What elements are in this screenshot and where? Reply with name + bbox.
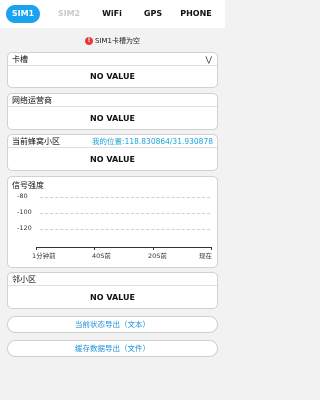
gridline	[40, 229, 210, 230]
operator-card: 网络运营商 NO VALUE	[7, 93, 218, 130]
neighbor-card: 邻小区 NO VALUE	[7, 272, 218, 309]
x-tick-label: 1分钟前	[32, 252, 56, 260]
neighbor-title: 邻小区	[8, 273, 217, 286]
operator-title: 网络运营商	[8, 94, 217, 107]
slot-card: 卡槽 ⋁ NO VALUE	[7, 52, 218, 88]
x-tick-label: 20S前	[148, 252, 167, 260]
cell-card: 当前蜂窝小区 我的位置:118.830864/31.930878 NO VALU…	[7, 134, 218, 171]
tab-bar: SIM1 SIM2 WiFi GPS PHONE	[0, 0, 225, 28]
gridline	[40, 197, 210, 198]
x-tick-label: 现在	[199, 252, 212, 260]
cell-value: NO VALUE	[90, 155, 135, 164]
exclamation-icon: !	[84, 37, 93, 45]
tab-gps[interactable]: GPS	[139, 5, 167, 23]
slot-title: 卡槽	[8, 53, 217, 66]
tab-phone[interactable]: PHONE	[177, 5, 215, 23]
tab-wifi[interactable]: WiFi	[97, 5, 127, 23]
x-tick-label: 40S前	[92, 252, 111, 260]
y-tick-label: -100	[17, 208, 32, 216]
location-readout: 我的位置:118.830864/31.930878	[92, 137, 213, 146]
x-axis	[36, 247, 212, 248]
export-cache-button[interactable]: 缓存数据导出（文件）	[7, 340, 218, 357]
operator-value: NO VALUE	[90, 114, 135, 123]
neighbor-value: NO VALUE	[90, 293, 135, 302]
slot-value: NO VALUE	[90, 72, 135, 81]
y-tick-label: -120	[17, 224, 32, 232]
tab-sim1[interactable]: SIM1	[6, 5, 40, 23]
export-status-button[interactable]: 当前状态导出（文本）	[7, 316, 218, 333]
sim-warning: ! SIM1卡槽为空	[0, 35, 225, 47]
gridline	[40, 213, 210, 214]
signal-chart: 信号强度 -80 -100 -120 1分钟前 40S前 20S前 现在	[7, 176, 218, 268]
tab-sim2[interactable]: SIM2	[52, 5, 86, 23]
chart-title: 信号强度	[12, 181, 44, 190]
y-tick-label: -80	[17, 192, 28, 200]
sim-warning-text: SIM1卡槽为空	[94, 37, 140, 45]
chevron-down-icon[interactable]: ⋁	[205, 54, 212, 65]
